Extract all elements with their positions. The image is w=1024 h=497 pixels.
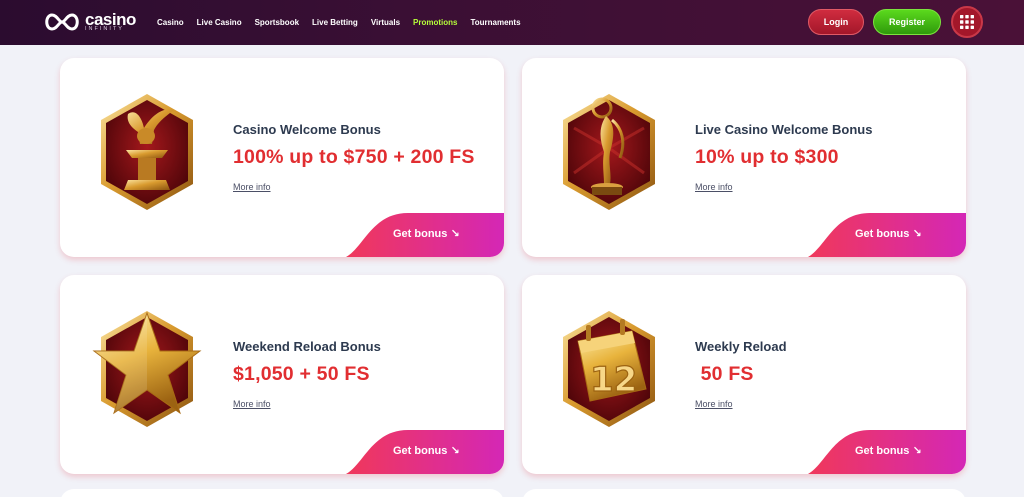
calendar-12-icon: 12 — [554, 305, 664, 435]
grid-icon — [960, 15, 974, 29]
infinity-icon — [45, 13, 79, 31]
more-info-link[interactable]: More info — [233, 399, 271, 409]
promo-amount: $1,050 + 50 FS — [233, 363, 370, 385]
promo-title: Casino Welcome Bonus — [233, 122, 381, 137]
get-bonus-label: Get bonus ↘ — [393, 228, 460, 240]
more-info-link[interactable]: More info — [233, 182, 271, 192]
promo-title: Weekly Reload — [695, 339, 787, 354]
promo-card-weekly-reload: 12 Weekly Reload 50 FS More info Get bon… — [522, 275, 966, 474]
promo-card-partial — [60, 489, 504, 497]
statuette-award-icon — [554, 88, 664, 218]
main-nav: Casino Live Casino Sportsbook Live Betti… — [157, 0, 534, 45]
register-button[interactable]: Register — [873, 9, 941, 35]
promo-card-weekend-reload: Weekend Reload Bonus $1,050 + 50 FS More… — [60, 275, 504, 474]
nav-item-live-betting[interactable]: Live Betting — [312, 18, 358, 27]
casino-infinity-logo[interactable]: casino INFINITY — [42, 11, 136, 33]
get-bonus-label: Get bonus ↘ — [393, 445, 460, 457]
more-info-link[interactable]: More info — [695, 182, 733, 192]
winged-lion-trophy-icon — [92, 88, 202, 218]
promo-title: Live Casino Welcome Bonus — [695, 122, 873, 137]
promo-amount: 100% up to $750 + 200 FS — [233, 146, 475, 168]
nav-item-casino[interactable]: Casino — [157, 18, 184, 27]
get-bonus-button[interactable]: Get bonus ↘ — [346, 213, 504, 257]
nav-item-tournaments[interactable]: Tournaments — [470, 18, 520, 27]
login-button[interactable]: Login — [808, 9, 864, 35]
more-info-link[interactable]: More info — [695, 399, 733, 409]
promo-amount: 10% up to $300 — [695, 146, 839, 168]
promo-amount: 50 FS — [695, 363, 754, 385]
nav-item-virtuals[interactable]: Virtuals — [371, 18, 400, 27]
menu-button[interactable] — [951, 6, 983, 38]
get-bonus-button[interactable]: Get bonus ↘ — [808, 213, 966, 257]
site-header: casino INFINITY Casino Live Casino Sport… — [0, 0, 1024, 45]
promo-card-live-casino-welcome: Live Casino Welcome Bonus 10% up to $300… — [522, 58, 966, 257]
get-bonus-button[interactable]: Get bonus ↘ — [808, 430, 966, 474]
nav-item-live-casino[interactable]: Live Casino — [197, 18, 242, 27]
get-bonus-label: Get bonus ↘ — [855, 445, 922, 457]
gold-star-icon — [92, 305, 202, 435]
promo-card-partial — [522, 489, 966, 497]
nav-item-promotions[interactable]: Promotions — [413, 18, 457, 27]
get-bonus-label: Get bonus ↘ — [855, 228, 922, 240]
promo-title: Weekend Reload Bonus — [233, 339, 381, 354]
get-bonus-button[interactable]: Get bonus ↘ — [346, 430, 504, 474]
nav-item-sportsbook[interactable]: Sportsbook — [255, 18, 299, 27]
svg-text:12: 12 — [590, 360, 637, 400]
promo-card-casino-welcome: Casino Welcome Bonus 100% up to $750 + 2… — [60, 58, 504, 257]
